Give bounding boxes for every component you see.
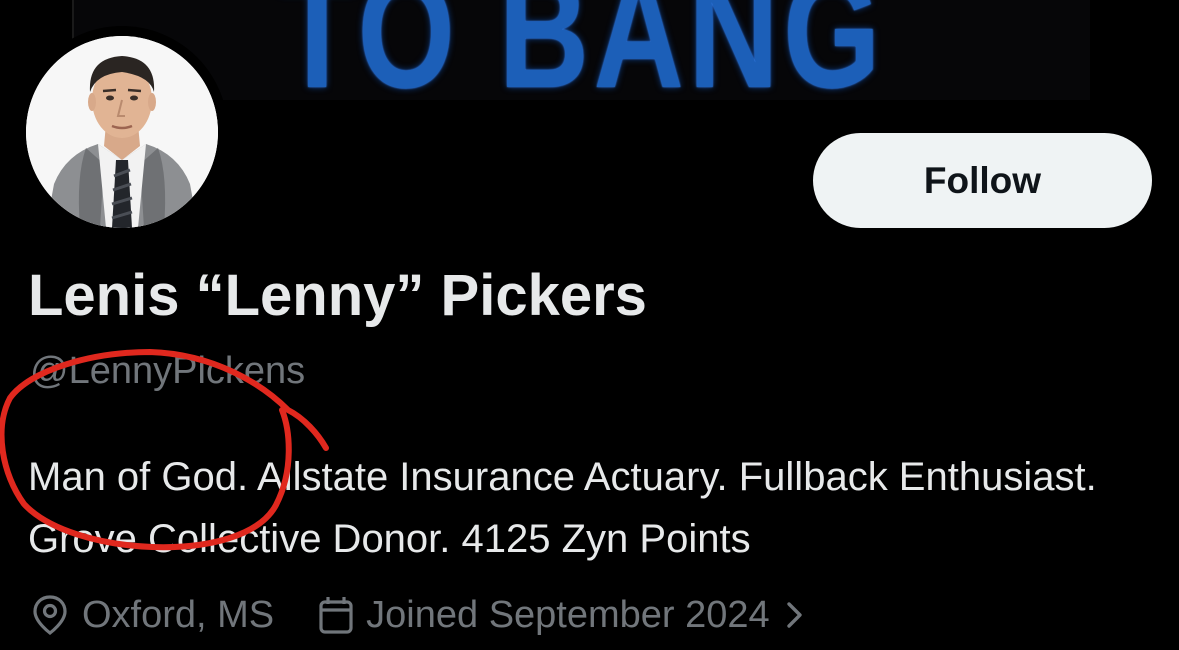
profile-bio: Man of God. Allstate Insurance Actuary. … bbox=[28, 455, 1097, 561]
location-pin-icon bbox=[33, 595, 67, 635]
joined-text: Joined September 2024 bbox=[366, 593, 770, 636]
profile-banner[interactable]: TO BANG bbox=[72, 0, 1090, 100]
follow-button[interactable]: Follow bbox=[813, 133, 1152, 228]
chevron-right-icon[interactable] bbox=[784, 598, 806, 632]
banner-text: TO BANG bbox=[279, 0, 885, 100]
avatar-photo bbox=[26, 36, 218, 228]
display-name: Lenis “Lenny” Pickers bbox=[28, 263, 647, 328]
calendar-icon bbox=[319, 597, 353, 634]
joined-item: Joined September 2024 bbox=[316, 594, 770, 637]
avatar[interactable] bbox=[26, 36, 218, 228]
location-text: Oxford, MS bbox=[82, 593, 275, 636]
profile-meta-row: Oxford, MS Joined September 2024 bbox=[30, 588, 806, 642]
location-item: Oxford, MS bbox=[30, 593, 274, 637]
profile-handle: @LennyPickens bbox=[30, 350, 306, 392]
